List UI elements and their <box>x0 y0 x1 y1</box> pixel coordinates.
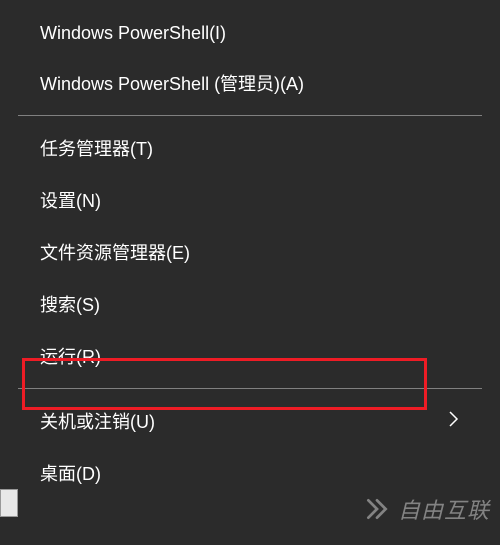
menu-item-settings[interactable]: 设置(N) <box>0 174 500 226</box>
watermark: 自由互联 <box>364 493 490 525</box>
menu-item-label: Windows PowerShell (管理员)(A) <box>40 70 304 96</box>
menu-item-search[interactable]: 搜索(S) <box>0 278 500 330</box>
menu-item-task-manager[interactable]: 任务管理器(T) <box>0 122 500 174</box>
menu-item-run[interactable]: 运行(R) <box>0 330 500 382</box>
menu-item-label: 文件资源管理器(E) <box>40 239 190 265</box>
menu-item-label: 搜索(S) <box>40 291 100 317</box>
menu-item-label: 关机或注销(U) <box>40 408 155 434</box>
menu-item-label: Windows PowerShell(I) <box>40 23 226 44</box>
menu-item-desktop[interactable]: 桌面(D) <box>0 447 500 499</box>
chevron-right-icon <box>448 408 460 434</box>
menu-item-powershell-admin[interactable]: Windows PowerShell (管理员)(A) <box>0 57 500 109</box>
menu-item-label: 桌面(D) <box>40 460 101 486</box>
menu-item-powershell[interactable]: Windows PowerShell(I) <box>0 10 500 57</box>
menu-item-label: 任务管理器(T) <box>40 135 153 161</box>
menu-item-label: 设置(N) <box>40 187 101 213</box>
background-window-edge <box>0 489 18 517</box>
menu-divider <box>18 115 482 116</box>
menu-divider <box>18 388 482 389</box>
winx-context-menu: Windows PowerShell(I) Windows PowerShell… <box>0 0 500 509</box>
menu-item-file-explorer[interactable]: 文件资源管理器(E) <box>0 226 500 278</box>
menu-item-label: 运行(R) <box>40 343 101 369</box>
watermark-logo-icon <box>364 496 390 522</box>
menu-item-shutdown-signout[interactable]: 关机或注销(U) <box>0 395 500 447</box>
watermark-text: 自由互联 <box>398 493 490 525</box>
